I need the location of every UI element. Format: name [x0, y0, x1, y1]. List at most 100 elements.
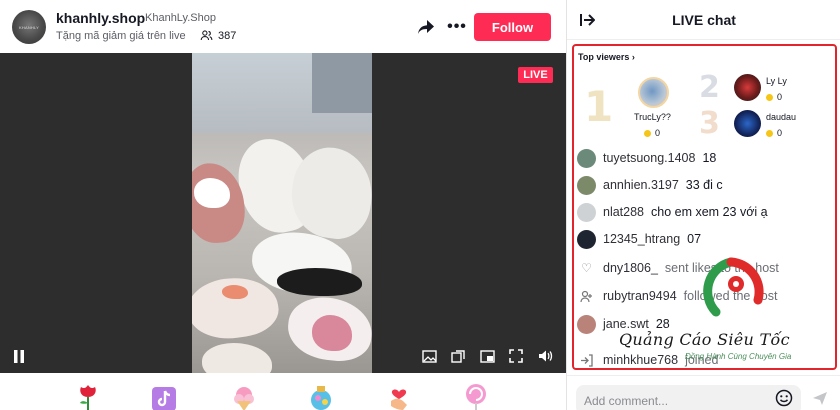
host-name[interactable]: khanhly.shop [56, 10, 145, 26]
host-header: KHANHLY khanhly.shop KhanhLy.Shop Tặng m… [0, 0, 566, 53]
image-icon [421, 349, 437, 363]
join-icon [577, 351, 596, 370]
gift-perfume[interactable] [305, 381, 337, 410]
top-viewer-3-avatar[interactable] [734, 110, 761, 137]
chat-message: tuyetsuong.1408 18 [577, 147, 716, 169]
volume-icon [538, 350, 552, 362]
people-icon [200, 30, 213, 41]
gift-tiktok[interactable] [148, 381, 180, 410]
user-avatar[interactable] [577, 202, 596, 222]
emoji-icon [775, 389, 793, 407]
perfume-icon [311, 386, 331, 410]
top-viewer-2-score: 0 [766, 92, 782, 102]
rank-3-number: 3 [699, 106, 720, 141]
user-avatar[interactable] [577, 175, 596, 195]
video-player[interactable]: LIVE [0, 53, 566, 373]
chat-username[interactable]: tuyetsuong.1408 [603, 151, 695, 165]
watermark-subtitle: Đồng Hành Cùng Chuyên Gia [685, 352, 792, 361]
emoji-button[interactable] [775, 389, 793, 407]
send-icon [813, 392, 827, 405]
volume-button[interactable] [536, 347, 554, 365]
follow-user-icon [577, 287, 596, 306]
chevron-right-icon: › [631, 52, 635, 62]
rose-icon [80, 385, 96, 410]
gift-hand-heart[interactable] [383, 381, 415, 410]
fullscreen-icon [509, 349, 523, 363]
tiktok-gift-icon [152, 387, 176, 410]
rank-2-number: 2 [699, 70, 720, 105]
gift-lollipop[interactable] [460, 381, 492, 410]
share-button[interactable] [411, 14, 441, 40]
comment-input[interactable]: Add comment... [576, 385, 801, 410]
hand-heart-icon [391, 389, 407, 410]
top-viewers-panel: Top viewers › 1 TrucLy?? 0 2 Ly Ly 0 3 d… [572, 44, 837, 154]
mini-player-button[interactable] [478, 347, 496, 365]
chat-text: 18 [702, 151, 717, 165]
chat-username[interactable]: 12345_htrang [603, 232, 680, 246]
follow-button[interactable]: Follow [474, 13, 551, 41]
top-viewers-label: Top viewers [578, 52, 630, 62]
rotate-screen-icon [450, 350, 465, 363]
chat-text: 28 [655, 317, 670, 331]
picture-button[interactable] [420, 347, 438, 365]
viewer-count: 387 [200, 29, 236, 42]
chat-text: 33 đi c [685, 178, 723, 192]
chat-message: 12345_htrang 07 [577, 228, 701, 250]
top-viewer-1-score: 0 [644, 128, 660, 138]
chat-text: cho em xem 23 với ạ [651, 205, 768, 219]
host-subtitle: Tặng mã giảm giá trên live [56, 30, 186, 42]
gift-rose[interactable] [72, 381, 104, 410]
heart-icon: ♡ [581, 261, 592, 275]
host-handle: KhanhLy.Shop [145, 12, 216, 24]
viewer-count-value: 387 [218, 29, 237, 42]
more-button[interactable]: ••• [442, 14, 472, 40]
gift-ice-cream[interactable] [228, 381, 260, 410]
top-viewer-2-score-value: 0 [777, 92, 783, 102]
top-viewer-3-score-value: 0 [777, 128, 783, 138]
coin-icon [766, 129, 773, 137]
watermark-title: Quảng Cáo Siêu Tốc [619, 330, 790, 349]
picture-in-picture-icon [479, 349, 495, 363]
top-viewer-1-name[interactable]: TrucLy?? [634, 112, 671, 122]
tiktok-live-page: KHANHLY khanhly.shop KhanhLy.Shop Tặng m… [0, 0, 840, 410]
watermark-logo-icon [703, 257, 764, 317]
fullscreen-button[interactable] [507, 347, 525, 365]
top-viewer-3-name[interactable]: daudau [766, 112, 796, 122]
video-frame [192, 53, 372, 373]
top-viewer-1-score-value: 0 [655, 128, 661, 138]
rank-1-number: 1 [584, 82, 614, 131]
chat-username[interactable]: jane.swt [603, 317, 649, 331]
ice-cream-icon [234, 387, 254, 410]
chat-header: LIVE chat [567, 0, 840, 40]
top-viewer-2-name[interactable]: Ly Ly [766, 76, 787, 86]
chat-message: annhien.3197 33 đi c [577, 174, 723, 196]
user-avatar[interactable] [577, 148, 596, 168]
chat-username[interactable]: annhien.3197 [603, 178, 679, 192]
top-viewer-2-avatar[interactable] [734, 74, 761, 101]
pause-icon [14, 349, 24, 363]
top-viewer-1-avatar[interactable] [638, 77, 669, 108]
chat-username[interactable]: dny1806_ [603, 261, 658, 275]
stream-panel: KHANHLY khanhly.shop KhanhLy.Shop Tặng m… [0, 0, 566, 410]
chat-title: LIVE chat [672, 12, 736, 28]
send-button[interactable] [812, 390, 828, 406]
top-viewer-3-score: 0 [766, 128, 782, 138]
chat-username[interactable]: rubytran9494 [603, 289, 677, 303]
coin-icon [766, 93, 773, 101]
chat-username[interactable]: nlat288 [603, 205, 644, 219]
chat-text: 07 [687, 232, 702, 246]
chat-message: nlat288 cho em xem 23 với ạ [577, 201, 768, 223]
live-badge: LIVE [518, 67, 553, 83]
user-avatar[interactable] [577, 229, 596, 249]
top-viewers-title[interactable]: Top viewers › [578, 52, 635, 62]
live-chat-panel: LIVE chat Top viewers › 1 TrucLy?? 0 2 L… [566, 0, 840, 410]
rotate-button[interactable] [449, 347, 467, 365]
user-avatar[interactable] [577, 314, 596, 334]
pause-button[interactable] [10, 347, 28, 365]
comment-bar: Add comment... [567, 375, 840, 410]
gift-bar [0, 373, 566, 410]
coin-icon [644, 129, 651, 137]
host-avatar[interactable]: KHANHLY [12, 10, 46, 44]
chat-username[interactable]: minhkhue768 [603, 353, 678, 367]
lollipop-icon [466, 384, 486, 410]
